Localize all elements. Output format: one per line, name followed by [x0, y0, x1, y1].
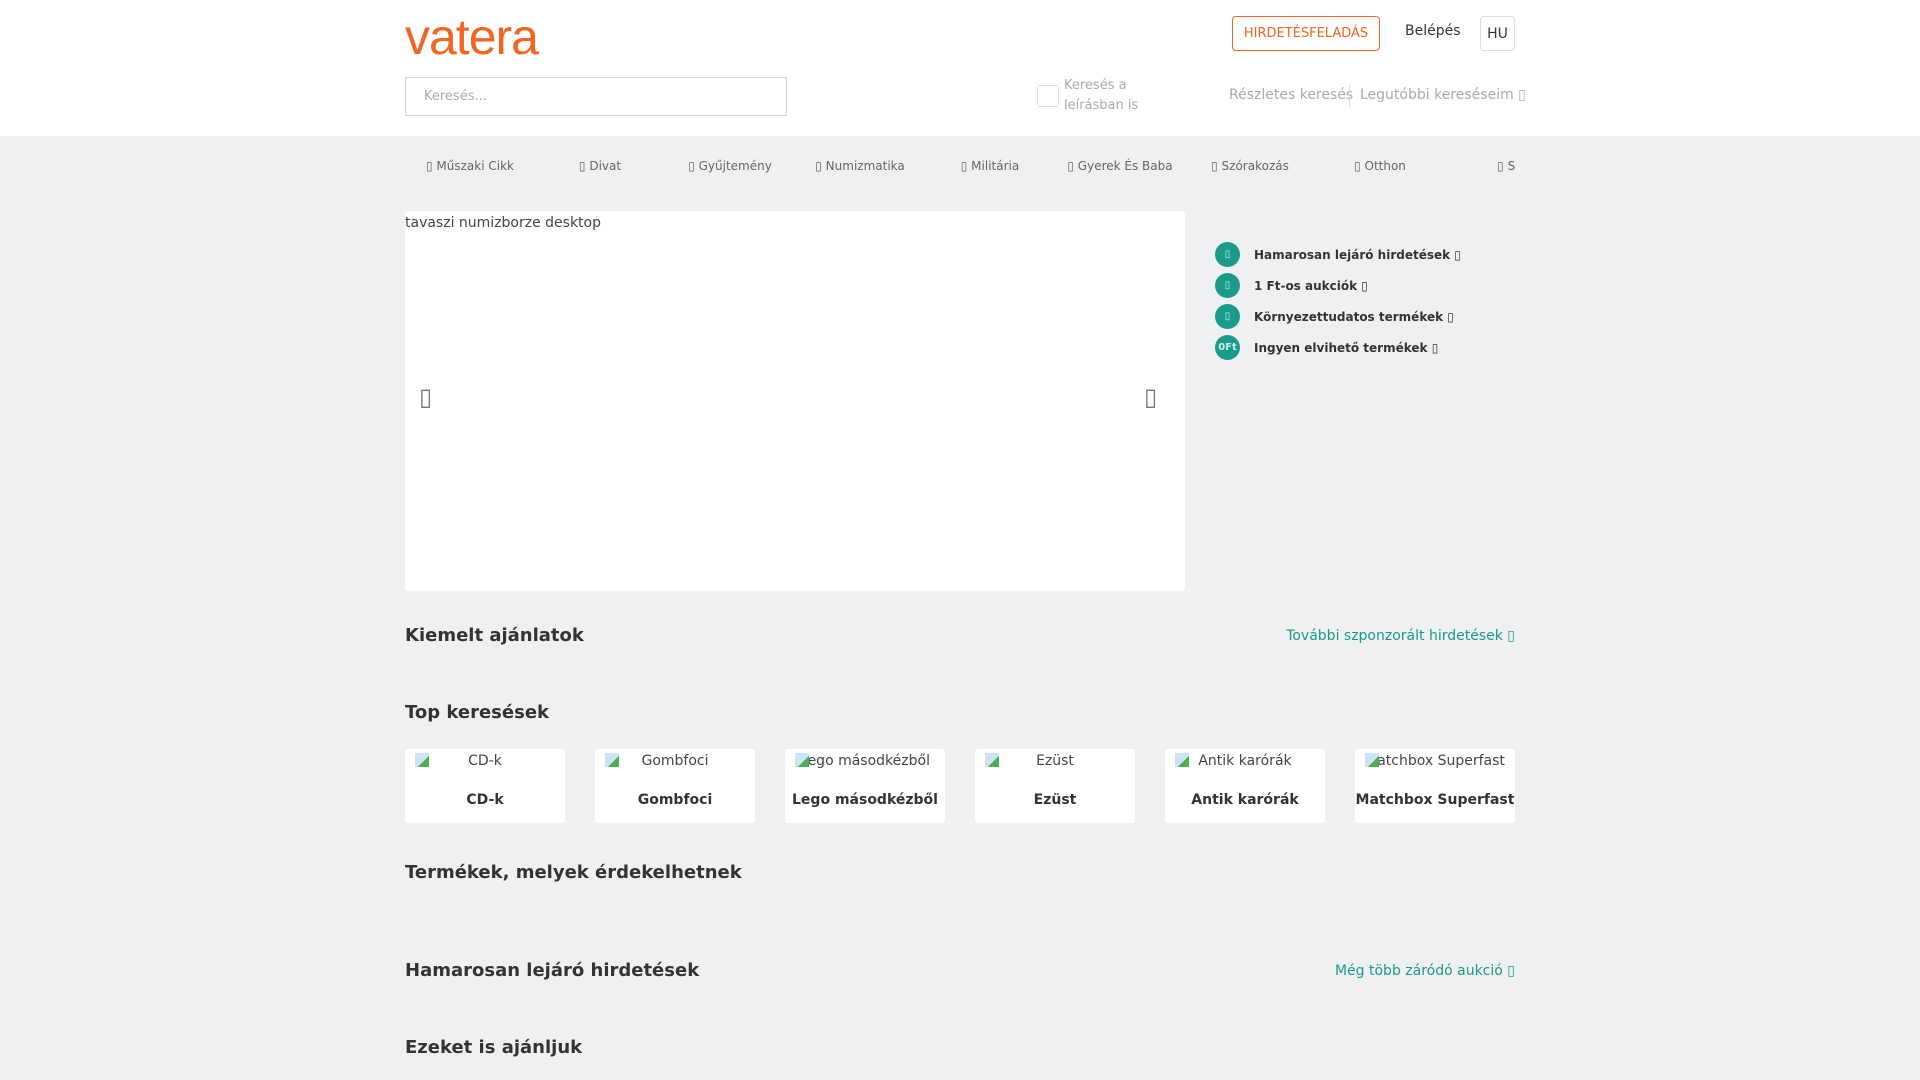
search-input[interactable] [405, 77, 787, 116]
card-image: Ezüst [985, 751, 1125, 771]
nav-item-numizmatika[interactable]: ▯ Numizmatika [795, 159, 925, 173]
nav-item-muszaki-cikk[interactable]: ▯ Műszaki Cikk [405, 159, 535, 173]
card-label: Lego másodkézből [792, 792, 938, 808]
card-image: Lego másodkézből [795, 751, 935, 771]
carousel-prev-icon[interactable]: ▯ [419, 383, 432, 411]
carousel-next-icon[interactable]: ▯ [1144, 383, 1157, 411]
nav-item-szorakozas[interactable]: ▯ Szórakozás [1185, 159, 1315, 173]
top-search-card[interactable]: CD-k CD-k [405, 749, 565, 823]
side-link-label: 1 Ft-os aukciók ▯ [1254, 278, 1368, 293]
leaf-icon: ▯ [1215, 304, 1240, 329]
language-selector[interactable]: HU [1480, 16, 1515, 51]
advanced-search-link[interactable]: Részletes keresés [1229, 87, 1353, 103]
card-label: CD-k [466, 792, 504, 808]
side-link-ending-soon[interactable]: ▯ Hamarosan lejáró hirdetések ▯ [1215, 242, 1461, 267]
nav-item-militaria[interactable]: ▯ Militária [925, 159, 1055, 173]
nav-item-gyerek-es-baba[interactable]: ▯ Gyerek És Baba [1055, 159, 1185, 173]
recommend-heading: Ezeket is ajánljuk [405, 1037, 583, 1058]
top-searches-list: CD-k CD-k Gombfoci Gombfoci Lego másodkézb… [405, 749, 1515, 823]
search-description-checkbox[interactable] [1037, 85, 1059, 107]
banner-carousel[interactable]: tavaszi numizborze desktop ▯ ▯ [405, 211, 1185, 591]
top-searches-heading: Top keresések [405, 702, 549, 723]
vatera-logo[interactable]: vatera [405, 8, 539, 66]
ending-soon-heading: Hamarosan lejáró hirdetések [405, 960, 700, 981]
top-search-card[interactable]: Lego másodkézből Lego másodkézből [785, 749, 945, 823]
header [0, 0, 1920, 136]
top-search-card[interactable]: Matchbox Superfast Matchbox Superfast [1355, 749, 1515, 823]
card-label: Matchbox Superfast [1355, 792, 1515, 808]
post-ad-button[interactable]: HIRDETÉSFELADÁS [1232, 16, 1380, 51]
top-search-card[interactable]: Gombfoci Gombfoci [595, 749, 755, 823]
side-link-label: Hamarosan lejáró hirdetések ▯ [1254, 247, 1461, 262]
card-label: Ezüst [1033, 792, 1077, 808]
more-sponsored-link[interactable]: További szponzorált hirdetések ▯ [1286, 628, 1515, 644]
category-nav: ▯ Műszaki Cikk ▯ Divat ▯ Gyűjtemény ▯ Nu… [405, 136, 1515, 196]
auction-icon: ▯ [1215, 273, 1240, 298]
search-description-label: Keresés a leírásban is [1064, 78, 1139, 113]
recent-searches-link[interactable]: Legutóbbi kereséseim ▯ [1360, 87, 1526, 103]
more-ending-auctions-link[interactable]: Még több záródó aukció ▯ [1335, 963, 1515, 979]
side-link-label: Ingyen elvihető termékek ▯ [1254, 340, 1439, 355]
side-link-label: Környezettudatos termékek ▯ [1254, 309, 1454, 324]
nav-item-divat[interactable]: ▯ Divat [535, 159, 665, 173]
login-link[interactable]: Belépés [1405, 23, 1461, 39]
card-label: Antik karórák [1191, 792, 1299, 808]
nav-item-sport[interactable]: ▯ Sp [1445, 159, 1515, 173]
side-link-1ft-auctions[interactable]: ▯ 1 Ft-os aukciók ▯ [1215, 273, 1368, 298]
nav-item-otthon[interactable]: ▯ Otthon [1315, 159, 1445, 173]
featured-heading: Kiemelt ajánlatok [405, 625, 584, 646]
nav-item-gyujtemeny[interactable]: ▯ Gyűjtemény [665, 159, 795, 173]
card-image: Antik karórák [1175, 751, 1315, 771]
card-label: Gombfoci [637, 792, 713, 808]
card-image: Matchbox Superfast [1365, 753, 1505, 769]
side-link-eco-products[interactable]: ▯ Környezettudatos termékek ▯ [1215, 304, 1454, 329]
banner-image-alt: tavaszi numizborze desktop [405, 215, 601, 231]
divider [1349, 84, 1350, 108]
clock-icon: ▯ [1215, 242, 1240, 267]
top-search-card[interactable]: Ezüst Ezüst [975, 749, 1135, 823]
card-image: CD-k [415, 751, 555, 771]
zero-ft-icon: 0Ft [1215, 335, 1240, 360]
side-link-free-products[interactable]: 0Ft Ingyen elvihető termékek ▯ [1215, 335, 1438, 360]
top-search-card[interactable]: Antik karórák Antik karórák [1165, 749, 1325, 823]
interest-heading: Termékek, melyek érdekelhetnek [405, 862, 742, 883]
card-image: Gombfoci [605, 751, 745, 771]
